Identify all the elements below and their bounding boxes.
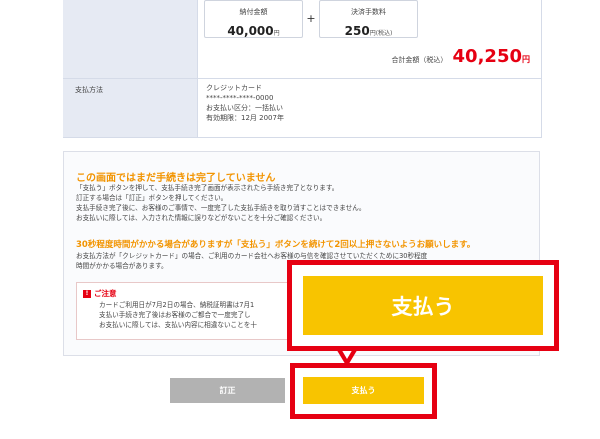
caution-title: ご注意 bbox=[94, 289, 117, 298]
table-label-column bbox=[63, 0, 198, 138]
fee-box: 決済手数料 250円(税込) bbox=[319, 0, 418, 38]
amount-unit: 円 bbox=[273, 30, 280, 37]
notice-heading: この画面ではまだ手続きは完了していません bbox=[76, 173, 276, 184]
caution-line: カードご利用日が7月2日の場合、納税証明書は7月1 bbox=[99, 301, 255, 309]
total-label: 合計金額（税込） bbox=[391, 56, 448, 64]
method-label: 支払方法 bbox=[75, 86, 103, 94]
method-name: クレジットカード bbox=[206, 84, 262, 92]
pay-button-highlight-frame: 支払う bbox=[290, 363, 437, 419]
fee-label: 決済手数料 bbox=[351, 8, 386, 16]
expiry: 有効期限：12月 2007年 bbox=[206, 114, 284, 122]
amount-box: 納付金額 40,000円 bbox=[204, 0, 303, 38]
notice-line: お支払いに際しては、入力された情報に誤りなどがないことを十分ご確認ください。 bbox=[76, 214, 327, 222]
fee-value: 250 bbox=[344, 24, 370, 38]
notice-subheading: 30秒程度時間がかかる場合がありますが「支払う」ボタンを続けて2回以上押さないよ… bbox=[76, 240, 476, 250]
caution-line: 支払い手続き完了後はお客様のご都合で一度完了し bbox=[99, 311, 251, 319]
installment: お支払い区分：一括払い bbox=[206, 104, 283, 112]
plus-sign: + bbox=[306, 12, 316, 25]
total-unit: 円 bbox=[522, 55, 530, 64]
notice-line: 訂正する場合は「訂正」ボタンを押してください。 bbox=[76, 194, 228, 202]
notice-lines: 「支払う」ボタンを押して、支払手続き完了画面が表示されたら手続き完了となります。… bbox=[76, 183, 365, 223]
pay-button-callout-frame: 支払う bbox=[287, 260, 559, 351]
notice-line: 支払手続き完了後に、お客様のご事情で、一度完了した支払手続きを取り消すことはでき… bbox=[76, 204, 366, 212]
notice-line: 「支払う」ボタンを押して、支払手続き完了画面が表示されたら手続き完了となります。 bbox=[76, 184, 339, 192]
caution-box: ! ご注意 カードご利用日が7月2日の場合、納税証明書は7月1 支払い手続き完了… bbox=[76, 282, 291, 340]
caution-line: お支払いに際しては、支払い内容に相違ないことを十 bbox=[99, 321, 257, 329]
caution-lines: カードご利用日が7月2日の場合、納税証明書は7月1 支払い手続き完了後はお客様の… bbox=[99, 300, 257, 330]
pay-button[interactable]: 支払う bbox=[303, 377, 424, 404]
caution-icon: ! bbox=[83, 290, 91, 298]
amount-label: 納付金額 bbox=[239, 8, 268, 16]
table-bottom-border bbox=[63, 137, 542, 138]
correct-button[interactable]: 訂正 bbox=[170, 378, 285, 403]
amount-value: 40,000 bbox=[227, 24, 274, 38]
pay-button-zoomed[interactable]: 支払う bbox=[303, 276, 543, 335]
card-number: ****-****-****-0000 bbox=[206, 94, 274, 102]
table-divider bbox=[63, 78, 542, 79]
table-right-border bbox=[541, 0, 542, 138]
total-row: 合計金額（税込） 40,250円 bbox=[300, 46, 530, 67]
method-details: クレジットカード ****-****-****-0000 お支払い区分：一括払い… bbox=[206, 83, 284, 123]
total-value: 40,250 bbox=[452, 46, 522, 67]
fee-unit: 円(税込) bbox=[369, 30, 393, 37]
